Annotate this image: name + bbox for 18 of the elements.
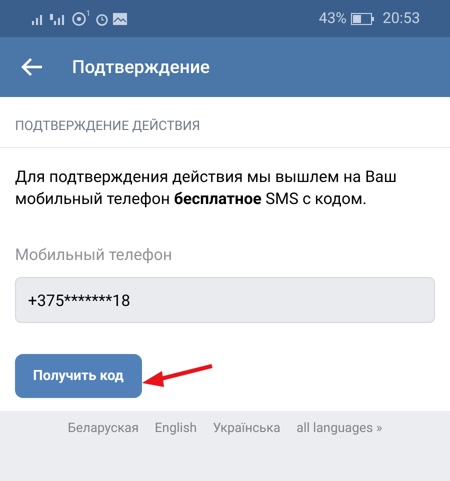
language-link[interactable]: all languages » xyxy=(296,419,382,438)
image-icon xyxy=(112,12,126,24)
language-link[interactable]: Беларуская xyxy=(68,419,139,438)
battery-icon xyxy=(350,12,375,24)
notification-count: 1 xyxy=(86,8,90,20)
header-title: Подтверждение xyxy=(72,56,210,80)
description: Для подтверждения действия мы вышлем на Ваш мобильный телефон бесплатное SMS с кодом. xyxy=(14,166,398,210)
alarm-icon xyxy=(94,12,108,26)
back-arrow-icon xyxy=(21,57,43,77)
language-link[interactable]: Українська xyxy=(212,419,280,438)
phone-field[interactable]: +375*******18 xyxy=(15,277,435,323)
get-code-button[interactable]: Получить код xyxy=(15,354,142,398)
language-link[interactable]: English xyxy=(154,419,197,438)
section-title: ПОДТВЕРЖДЕНИЕ ДЕЙСТВИЯ xyxy=(15,119,200,134)
field-label: Мобильный телефон xyxy=(14,244,174,266)
wifi-hotspot-icon xyxy=(72,12,86,26)
clock: 20:53 xyxy=(382,8,420,30)
battery-percent: 43% xyxy=(318,8,347,30)
